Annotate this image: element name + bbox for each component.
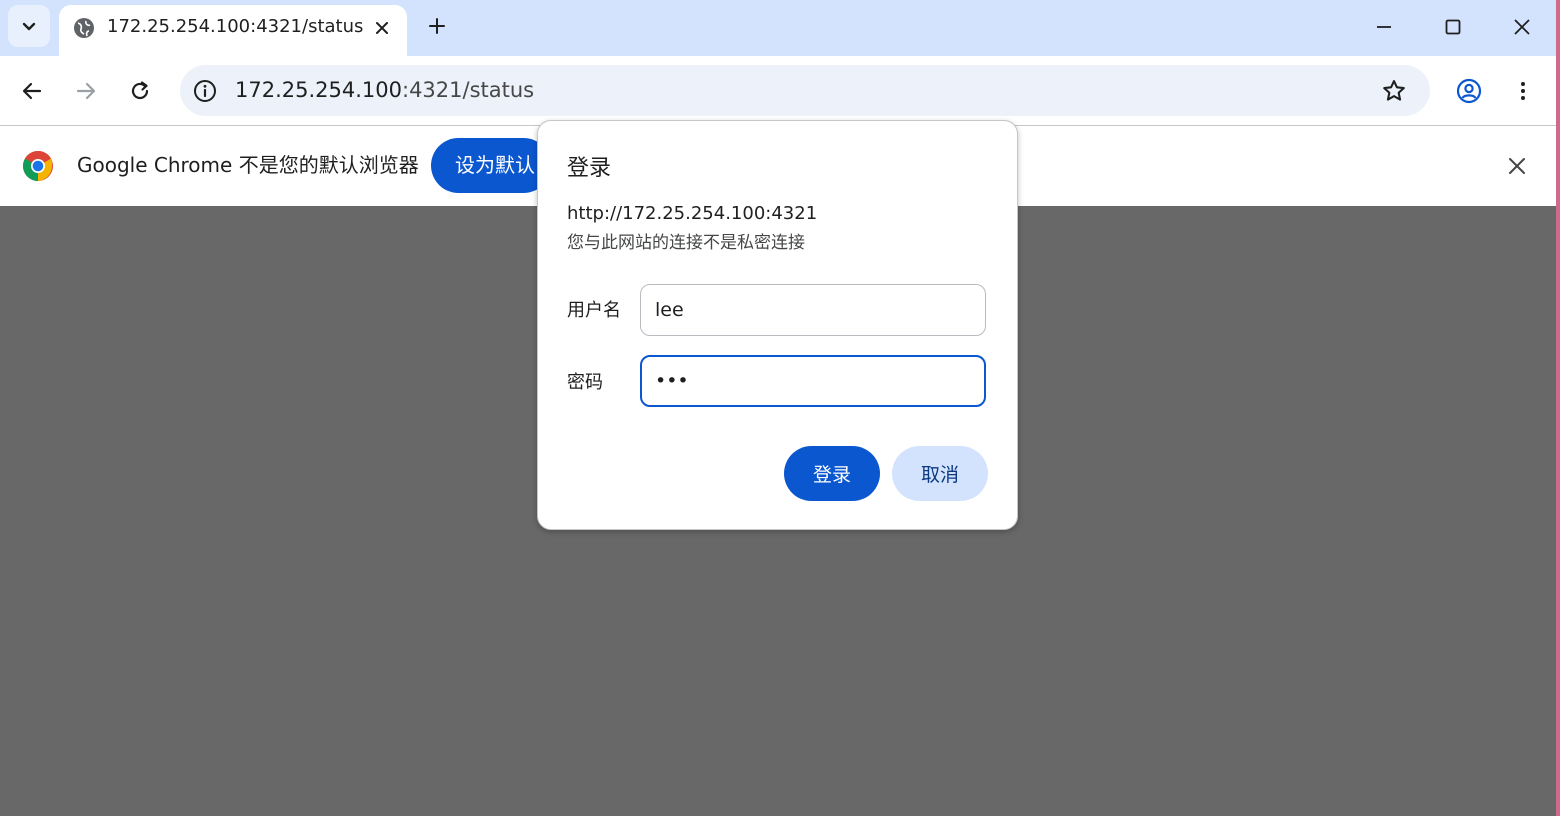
toolbar: 172.25.254.100:4321/status [0, 56, 1560, 126]
dialog-origin: http://172.25.254.100:4321 [567, 203, 818, 224]
close-icon [1514, 19, 1530, 35]
set-default-button[interactable]: 设为默认 [431, 138, 551, 193]
password-value: ••• [655, 370, 689, 392]
close-icon [1509, 158, 1525, 174]
bookmark-button[interactable] [1380, 77, 1408, 105]
profile-button[interactable] [1451, 73, 1487, 109]
url-path: :4321/status [402, 78, 535, 102]
password-input[interactable]: ••• [640, 355, 986, 407]
username-value: lee [655, 299, 684, 321]
minimize-icon [1377, 26, 1391, 28]
infobar-close-button[interactable] [1503, 152, 1531, 180]
login-button[interactable]: 登录 [784, 446, 880, 501]
password-label: 密码 [567, 372, 603, 393]
tab-close-button[interactable] [369, 15, 395, 41]
login-dialog: 登录 http://172.25.254.100:4321 您与此网站的连接不是… [537, 120, 1018, 530]
address-bar[interactable]: 172.25.254.100:4321/status [180, 65, 1430, 116]
plus-icon [429, 18, 445, 34]
info-icon[interactable] [193, 79, 217, 103]
chevron-down-icon [22, 22, 36, 31]
reload-icon [131, 81, 149, 100]
star-icon [1383, 80, 1405, 101]
globe-icon [74, 18, 94, 38]
tab-strip: 172.25.254.100:4321/status [0, 0, 1560, 56]
close-icon [376, 22, 388, 34]
more-vertical-icon [1521, 82, 1525, 100]
minimize-button[interactable] [1364, 8, 1404, 46]
cancel-button[interactable]: 取消 [892, 446, 988, 501]
username-label: 用户名 [567, 300, 621, 321]
window-edge [1556, 0, 1560, 816]
account-icon [1456, 78, 1482, 104]
arrow-right-icon [76, 82, 96, 100]
url-host: 172.25.254.100 [235, 78, 402, 102]
username-input[interactable]: lee [640, 284, 986, 336]
back-button[interactable] [14, 73, 50, 109]
dialog-title: 登录 [567, 156, 612, 181]
close-window-button[interactable] [1502, 8, 1542, 46]
maximize-icon [1445, 19, 1461, 35]
maximize-button[interactable] [1433, 8, 1473, 46]
tab-search-button[interactable] [8, 5, 50, 47]
active-tab[interactable]: 172.25.254.100:4321/status [59, 5, 407, 56]
infobar-message: Google Chrome 不是您的默认浏览器 [77, 153, 419, 177]
tab-title: 172.25.254.100:4321/status [107, 16, 364, 37]
chrome-logo-icon [22, 150, 53, 182]
new-tab-button[interactable] [422, 11, 452, 41]
url-text[interactable]: 172.25.254.100:4321/status [235, 77, 534, 103]
reload-button[interactable] [122, 73, 158, 109]
dialog-warning: 您与此网站的连接不是私密连接 [567, 233, 805, 253]
menu-button[interactable] [1505, 73, 1541, 109]
arrow-left-icon [22, 82, 42, 100]
forward-button[interactable] [68, 73, 104, 109]
